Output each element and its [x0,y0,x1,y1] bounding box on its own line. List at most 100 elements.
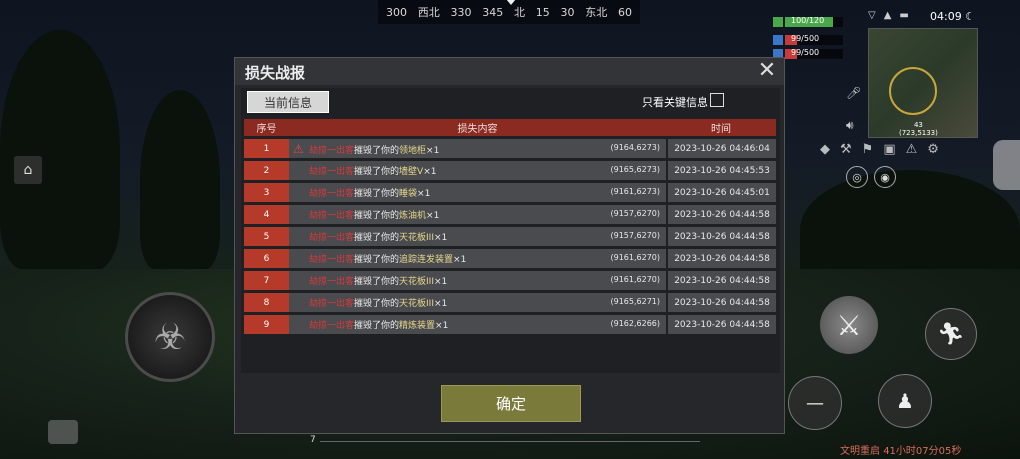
row-content: 劫掠一出客摧毁了你的追踪连发装置×1 (9161,6270) [289,249,666,268]
attacker-name: 劫掠一出客 [309,299,355,309]
flag-icon[interactable]: ⚑ [862,142,874,157]
table-header-row: 序号 损失内容 时间 [244,119,776,136]
verb-text: 摧毁了你的 [354,189,400,199]
dialog-title: 损失战报 [245,64,306,82]
row-coords: (9165,6273) [610,165,660,174]
compass-mark: 15 [535,5,550,19]
verb-text: 摧毁了你的 [354,211,400,221]
table-row: 8 劫掠一出客摧毁了你的天花板III×1 (9165,6271) 2023-10-26… [244,293,776,312]
biohazard-icon[interactable]: ☣ [125,292,215,382]
row-coords: (9157,6270) [610,231,660,240]
compass-pointer-icon [506,0,516,5]
item-qty: ×1 [423,167,437,177]
attacker-name: 劫掠一出客 [309,167,355,177]
row-time: 2023-10-26 04:44:58 [666,249,776,268]
close-icon[interactable]: ✕ [756,60,778,82]
moon-icon: ☾ [965,10,976,23]
row-index: 2 [244,161,289,180]
confirm-button[interactable]: 确定 [441,385,581,422]
system-status-icons: ▽▲▬ [868,10,917,21]
hotbar-slot-number: 7 [310,435,316,445]
minimap-coord-line: 43 [913,121,923,129]
side-action-button[interactable] [993,140,1020,190]
tree [140,90,220,270]
verb-text: 摧毁了你的 [354,255,400,265]
clock-text: 04:09 [930,10,962,23]
health-bar: 100/120 [785,16,843,27]
food-bar: 99/500 [785,48,843,59]
tool-icon[interactable]: ⚒ [840,142,852,157]
shield-icon[interactable]: ◆ [820,142,830,157]
crouch-pose-icon[interactable]: ♟ [878,374,932,428]
attacker-name: 劫掠一出客 [309,233,355,243]
base-icon[interactable]: ▣ [883,142,895,157]
row-time: 2023-10-26 04:45:01 [666,183,776,202]
territory-ring [889,67,937,115]
item-name: 墙壁V [399,167,424,177]
verb-text: 摧毁了你的 [354,299,400,309]
water-stat: 99/500 [773,34,843,46]
speaker-muted-icon[interactable]: 🔊︎ [846,118,854,133]
row-coords: (9164,6273) [610,143,660,152]
row-index: 4 [244,205,289,224]
row-content: 劫掠一出客摧毁了你的精炼装置×1 (9162,6266) [289,315,666,334]
loss-table: 序号 损失内容 时间 1 ⚠ 劫掠一出客摧毁了你的领地柜×1 (9164,6273) 2… [244,116,776,337]
map-icon[interactable] [48,420,78,444]
verb-text: 摧毁了你的 [354,277,400,287]
row-time: 2023-10-26 04:44:58 [666,271,776,290]
alert-icon[interactable]: ⚠ [906,142,918,157]
restart-countdown: 文明重启 41小时07分05秒 [840,442,961,457]
minimap[interactable]: 43 (723,5133) [868,28,978,138]
attacker-name: 劫掠一出客 [309,255,355,265]
row-coords: (9161,6270) [610,275,660,284]
row-content: 劫掠一出客摧毁了你的炼油机×1 (9157,6270) [289,205,666,224]
row-coords: (9165,6271) [610,297,660,306]
location-pin-icon[interactable]: ◉ [874,166,896,188]
item-name: 睡袋 [399,189,418,199]
attacker-name: 劫掠一出客 [309,321,355,331]
microphone-muted-icon[interactable]: 🎤︎ [846,86,861,100]
key-filter-label: 只看关键信息 [642,96,708,109]
row-coords: (9162,6266) [610,319,660,328]
row-coords: (9161,6273) [610,187,660,196]
row-index: 9 [244,315,289,334]
prone-pose-icon[interactable]: — [788,376,842,430]
compass-mark: 60 [618,5,632,19]
verb-text: 摧毁了你的 [354,233,400,243]
compass-bar: 300 西北 330 345 北 15 30 东北 60 [378,0,640,24]
tree [0,30,120,270]
compass-mark: 330 [450,5,472,19]
tab-current-info[interactable]: 当前信息 [247,91,329,113]
team-icon[interactable]: ◎ [846,166,868,188]
table-row: 7 劫掠一出客摧毁了你的天花板III×1 (9161,6270) 2023-10-26… [244,271,776,290]
row-time: 2023-10-26 04:44:58 [666,293,776,312]
stand-pose-icon[interactable]: 🏃︎ [925,308,977,360]
row-index: 8 [244,293,289,312]
verb-text: 摧毁了你的 [354,321,400,331]
row-coords: (9161,6270) [610,253,660,262]
add-home-icon[interactable]: ⌂ [14,156,42,184]
knife-icon[interactable]: ⚔ [820,296,878,354]
item-name: 天花板III [399,299,434,309]
loss-report-dialog: 损失战报 ✕ 当前信息 只看关键信息 序号 损失内容 时间 1 ⚠ 劫掠一出客摧毁了… [234,57,785,434]
item-name: 领地柜 [399,145,427,156]
restart-label: 文明重启 [840,446,880,457]
gear-icon[interactable]: ⚙ [927,142,939,157]
key-filter-checkbox[interactable] [710,93,724,107]
table-row: 1 ⚠ 劫掠一出客摧毁了你的领地柜×1 (9164,6273) 2023-10-26 0… [244,139,776,158]
attacker-name: 劫掠一出客 [309,189,355,199]
header-index: 序号 [244,119,289,136]
dialog-title-bar: 损失战报 ✕ [235,58,784,85]
item-qty: ×1 [434,299,448,309]
food-value: 99/500 [791,48,820,57]
row-index: 3 [244,183,289,202]
clock: 04:09 ☾ [930,10,975,23]
row-time: 2023-10-26 04:46:04 [666,139,776,158]
table-row: 4 劫掠一出客摧毁了你的炼油机×1 (9157,6270) 2023-10-26 04… [244,205,776,224]
row-time: 2023-10-26 04:45:53 [666,161,776,180]
row-time: 2023-10-26 04:44:58 [666,205,776,224]
item-name: 精炼装置 [399,321,436,331]
row-content: 劫掠一出客摧毁了你的天花板III×1 (9165,6271) [289,293,666,312]
header-time: 时间 [666,119,776,136]
row-content: 劫掠一出客摧毁了你的天花板III×1 (9161,6270) [289,271,666,290]
